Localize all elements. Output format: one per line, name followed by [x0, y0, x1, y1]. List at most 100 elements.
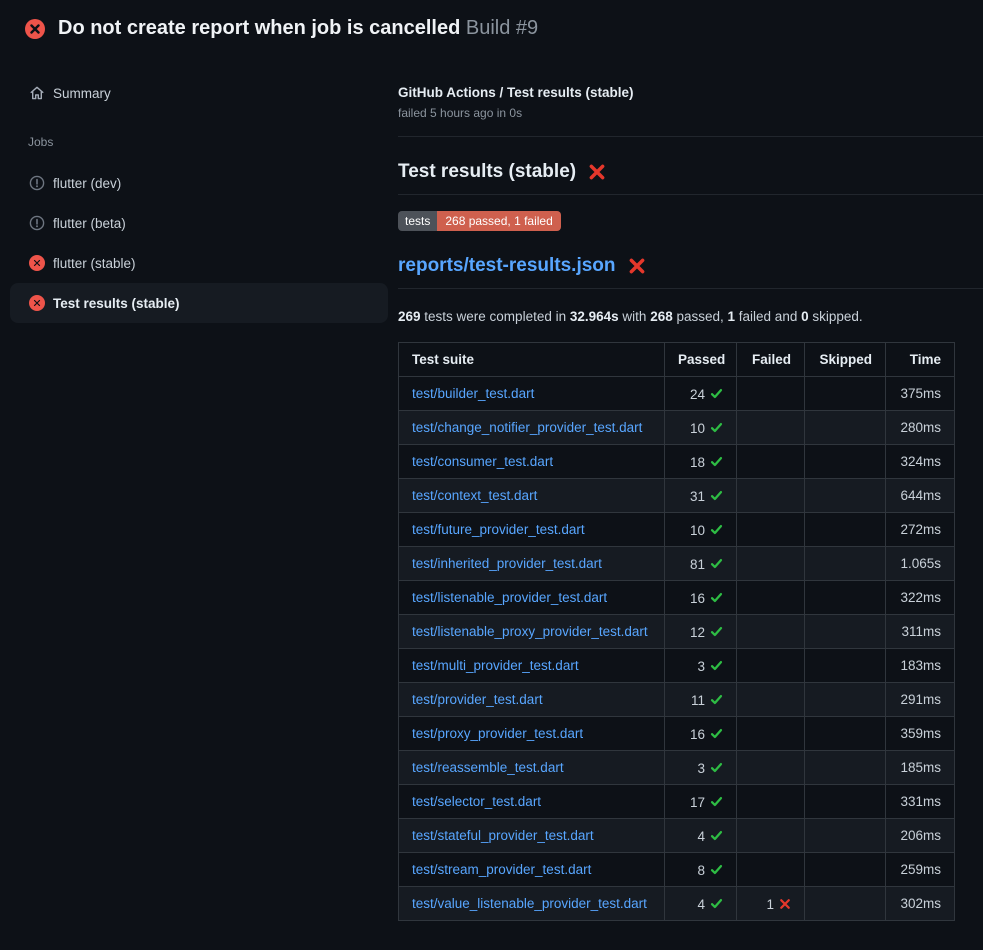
suite-cell: test/proxy_provider_test.dart: [399, 717, 665, 751]
suite-link[interactable]: test/provider_test.dart: [412, 692, 543, 707]
table-row: test/listenable_provider_test.dart16322m…: [399, 581, 955, 615]
failed-cell: [737, 445, 805, 479]
suite-cell: test/reassemble_test.dart: [399, 751, 665, 785]
failed-x-icon: [628, 257, 646, 275]
suite-link[interactable]: test/consumer_test.dart: [412, 454, 553, 469]
tests-badge: tests 268 passed, 1 failed: [398, 211, 561, 231]
main-content: GitHub Actions / Test results (stable) f…: [398, 57, 983, 950]
summary-line: 269 tests were completed in 32.964s with…: [398, 309, 983, 324]
passed-cell: 10: [665, 513, 737, 547]
suite-link[interactable]: test/stream_provider_test.dart: [412, 862, 591, 877]
sidebar-item-label: Test results (stable): [53, 296, 180, 311]
table-row: test/builder_test.dart24375ms: [399, 377, 955, 411]
failed-cell: [737, 717, 805, 751]
suite-link[interactable]: test/builder_test.dart: [412, 386, 534, 401]
passed-cell: 3: [665, 751, 737, 785]
time-cell: 259ms: [886, 853, 955, 887]
report-link[interactable]: reports/test-results.json: [398, 253, 616, 279]
page-title: Do not create report when job is cancell…: [58, 17, 460, 39]
failed-cell: [737, 411, 805, 445]
suite-link[interactable]: test/selector_test.dart: [412, 794, 541, 809]
check-icon: [710, 557, 723, 570]
x-icon: [779, 898, 791, 910]
failed-cell: [737, 615, 805, 649]
check-icon: [710, 795, 723, 808]
check-icon: [710, 489, 723, 502]
failed-cell: [737, 479, 805, 513]
suite-link[interactable]: test/proxy_provider_test.dart: [412, 726, 583, 741]
suite-cell: test/change_notifier_provider_test.dart: [399, 411, 665, 445]
section-title-text: Test results (stable): [398, 159, 576, 185]
suite-link[interactable]: test/change_notifier_provider_test.dart: [412, 420, 642, 435]
table-row: test/multi_provider_test.dart3183ms: [399, 649, 955, 683]
passed-cell: 11: [665, 683, 737, 717]
check-header: Do not create report when job is cancell…: [0, 0, 983, 57]
time-cell: 324ms: [886, 445, 955, 479]
suite-link[interactable]: test/context_test.dart: [412, 488, 537, 503]
suite-cell: test/multi_provider_test.dart: [399, 649, 665, 683]
col-passed: Passed: [665, 343, 737, 377]
sidebar-item-job-0[interactable]: flutter (dev): [10, 163, 388, 203]
suite-link[interactable]: test/stateful_provider_test.dart: [412, 828, 594, 843]
time-cell: 302ms: [886, 887, 955, 921]
time-cell: 291ms: [886, 683, 955, 717]
table-row: test/value_listenable_provider_test.dart…: [399, 887, 955, 921]
suite-cell: test/context_test.dart: [399, 479, 665, 513]
test-table-body: test/builder_test.dart24375ms test/change…: [399, 377, 955, 921]
col-skipped: Skipped: [805, 343, 886, 377]
failed-cell: [737, 581, 805, 615]
table-row: test/future_provider_test.dart10272ms: [399, 513, 955, 547]
check-icon: [710, 863, 723, 876]
page-title-row: Do not create report when job is cancell…: [58, 17, 538, 40]
suite-cell: test/future_provider_test.dart: [399, 513, 665, 547]
suite-cell: test/listenable_provider_test.dart: [399, 581, 665, 615]
suite-link[interactable]: test/listenable_proxy_provider_test.dart: [412, 624, 648, 639]
check-icon: [710, 591, 723, 604]
time-cell: 1.065s: [886, 547, 955, 581]
passed-cell: 4: [665, 887, 737, 921]
suite-link[interactable]: test/future_provider_test.dart: [412, 522, 585, 537]
skipped-cell: [805, 751, 886, 785]
table-row: test/selector_test.dart17331ms: [399, 785, 955, 819]
skipped-cell: [805, 411, 886, 445]
skipped-cell: [805, 819, 886, 853]
passed-cell: 8: [665, 853, 737, 887]
neutral-status-icon: [29, 215, 45, 231]
suite-link[interactable]: test/inherited_provider_test.dart: [412, 556, 602, 571]
suite-link[interactable]: test/value_listenable_provider_test.dart: [412, 896, 647, 911]
suite-link[interactable]: test/multi_provider_test.dart: [412, 658, 579, 673]
failed-status-icon: [29, 255, 45, 271]
suite-cell: test/listenable_proxy_provider_test.dart: [399, 615, 665, 649]
sidebar-item-job-2[interactable]: flutter (stable): [10, 243, 388, 283]
failed-cell: [737, 683, 805, 717]
suite-link[interactable]: test/listenable_provider_test.dart: [412, 590, 607, 605]
passed-cell: 31: [665, 479, 737, 513]
section-title: Test results (stable): [398, 159, 983, 195]
home-icon: [29, 85, 45, 101]
suite-cell: test/stateful_provider_test.dart: [399, 819, 665, 853]
failed-x-icon: [588, 163, 606, 181]
suite-cell: test/builder_test.dart: [399, 377, 665, 411]
passed-cell: 10: [665, 411, 737, 445]
passed-cell: 4: [665, 819, 737, 853]
failed-cell: [737, 513, 805, 547]
sidebar-item-summary[interactable]: Summary: [10, 73, 388, 113]
failed-cell: [737, 819, 805, 853]
sidebar-item-job-3[interactable]: Test results (stable): [10, 283, 388, 323]
suite-link[interactable]: test/reassemble_test.dart: [412, 760, 564, 775]
failed-cell: [737, 785, 805, 819]
sidebar-item-job-1[interactable]: flutter (beta): [10, 203, 388, 243]
build-number: Build #9: [466, 17, 538, 39]
skipped-cell: [805, 887, 886, 921]
passed-cell: 81: [665, 547, 737, 581]
neutral-status-icon: [29, 175, 45, 191]
col-time: Time: [886, 343, 955, 377]
divider: [398, 136, 983, 137]
failed-cell: [737, 377, 805, 411]
failed-cell: [737, 547, 805, 581]
suite-cell: test/inherited_provider_test.dart: [399, 547, 665, 581]
jobs-list: flutter (dev)flutter (beta)flutter (stab…: [0, 163, 398, 323]
table-header-row: Test suite Passed Failed Skipped Time: [399, 343, 955, 377]
check-icon: [710, 625, 723, 638]
table-row: test/provider_test.dart 11 291ms: [399, 683, 955, 717]
